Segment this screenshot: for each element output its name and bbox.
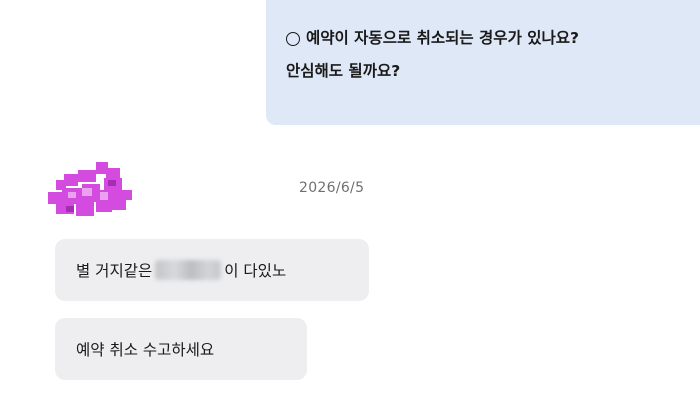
- chat-screen: 예약이 자동으로 취소되는 경우가 있나요? 안심해도 될까요? 2026/6/…: [0, 0, 700, 394]
- message-date: 2026/6/5: [299, 180, 365, 196]
- pixelated-avatar-icon[interactable]: [42, 160, 134, 218]
- blurred-redaction: [155, 260, 222, 280]
- reply-text: 예약 취소 수고하세요: [76, 341, 215, 359]
- question-line-2: 안심해도 될까요?: [286, 55, 682, 88]
- question-text-2: 안심해도 될까요?: [286, 62, 401, 80]
- reply-text-start: 별 거지같은: [76, 262, 153, 280]
- question-text-1: 예약이 자동으로 취소되는 경우가 있나요?: [306, 29, 579, 47]
- question-bubble: 예약이 자동으로 취소되는 경우가 있나요? 안심해도 될까요?: [266, 0, 700, 125]
- reply-bubble: 별 거지같은 이 다있노: [55, 239, 369, 301]
- reply-bubble: 예약 취소 수고하세요: [55, 318, 307, 380]
- question-line-1: 예약이 자동으로 취소되는 경우가 있나요?: [286, 22, 682, 55]
- reply-text-end: 이 다있노: [224, 262, 287, 280]
- circle-icon: [286, 31, 300, 46]
